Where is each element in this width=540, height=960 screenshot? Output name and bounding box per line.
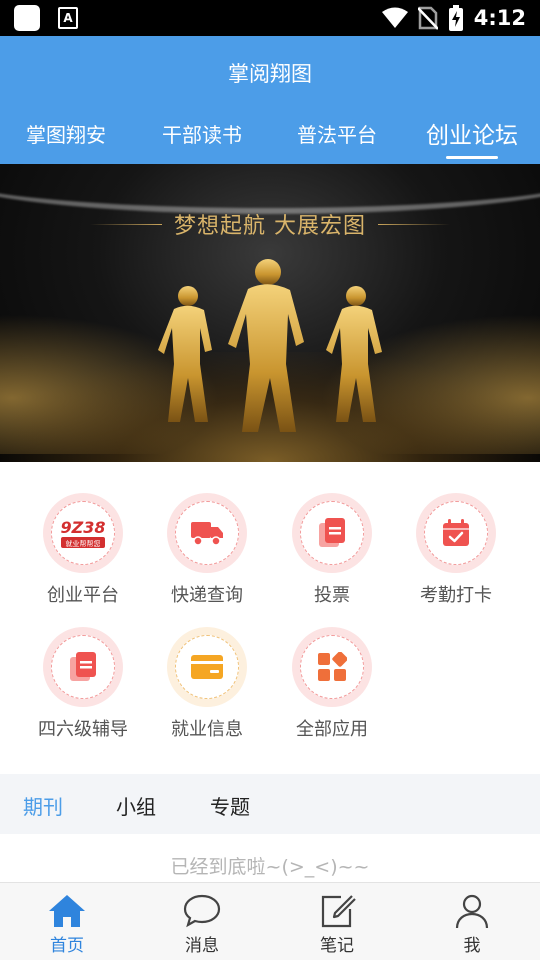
user-icon	[455, 894, 489, 929]
nav-label: 笔记	[320, 936, 354, 956]
nav-home[interactable]: 首页	[22, 893, 112, 956]
tab-qikan[interactable]: 期刊	[23, 791, 63, 820]
category-tabs: 掌图翔安 干部读书 普法平台 创业论坛	[0, 116, 540, 164]
truck-icon	[191, 522, 223, 546]
app-siliuji-fudao[interactable]: 四六级辅导	[21, 627, 145, 747]
app-label: 就业信息	[171, 719, 243, 740]
bottom-navigation: 首页 消息 笔记 我	[0, 882, 540, 960]
wifi-icon	[381, 7, 408, 28]
tab-pufa-pingtai[interactable]: 普法平台	[297, 119, 377, 148]
tab-zhuanti[interactable]: 专题	[210, 791, 250, 820]
nav-label: 消息	[185, 936, 219, 956]
app-kaoqin-daka[interactable]: 考勤打卡	[394, 493, 518, 613]
nav-notes[interactable]: 笔记	[292, 893, 382, 956]
calendar-check-icon	[443, 519, 469, 546]
app-header: 掌阅翔图 掌图翔安 干部读书 普法平台 创业论坛	[0, 36, 540, 164]
home-icon	[49, 895, 85, 927]
end-of-list-text: 已经到底啦~(>_<)~~	[170, 856, 370, 878]
app-quanbu-yingyong[interactable]: 全部应用	[270, 627, 394, 747]
nav-messages[interactable]: 消息	[157, 893, 247, 956]
app-kuaidi-chaxun[interactable]: 快递查询	[145, 493, 269, 613]
nav-me[interactable]: 我	[427, 893, 517, 956]
jobs-logo-icon: 9Z38 就业帮帮您	[61, 518, 106, 548]
apps-grid-icon	[318, 652, 347, 681]
battery-charging-icon	[448, 5, 463, 31]
active-tab-indicator	[446, 156, 498, 159]
page-title: 掌阅翔图	[228, 62, 312, 86]
no-sim-icon	[417, 6, 438, 30]
document-copy-icon	[70, 652, 96, 681]
app-label: 全部应用	[296, 719, 368, 740]
tab-zhangtu-xiangan[interactable]: 掌图翔安	[26, 119, 106, 148]
app-label: 创业平台	[47, 585, 119, 606]
nav-label: 我	[463, 936, 481, 956]
tab-chuangye-luntan[interactable]: 创业论坛	[426, 116, 518, 150]
app-chuangye-pingtai[interactable]: 9Z38 就业帮帮您 创业平台	[21, 493, 145, 613]
nav-label: 首页	[50, 936, 84, 956]
wallet-card-icon	[191, 655, 223, 679]
apps-grid: 9Z38 就业帮帮您 创业平台 快递查询 投票 考勤打卡 四六级辅导 就业信息 …	[0, 462, 540, 774]
app-label: 四六级辅导	[38, 719, 128, 740]
edit-note-icon	[321, 895, 356, 928]
svg-text:就业帮帮您: 就业帮帮您	[66, 539, 101, 548]
app-label: 投票	[314, 585, 350, 606]
banner-image[interactable]: 梦想起航 大展宏图	[0, 164, 540, 462]
status-time: 4:12	[473, 6, 526, 30]
runners-silhouette-image	[158, 259, 382, 432]
app-square-icon	[14, 5, 40, 31]
chat-bubble-icon	[183, 894, 221, 928]
status-bar: A 4:12	[0, 0, 540, 36]
app-label: 考勤打卡	[420, 585, 492, 606]
svg-text:9Z38: 9Z38	[61, 518, 106, 537]
text-a-icon: A	[58, 7, 78, 29]
document-copy-icon	[319, 518, 345, 547]
content-section-tabs: 期刊 小组 专题	[0, 774, 540, 834]
tab-xiaozu[interactable]: 小组	[116, 791, 156, 820]
app-label: 快递查询	[171, 585, 243, 606]
app-toupiao[interactable]: 投票	[270, 493, 394, 613]
app-jiuye-xinxi[interactable]: 就业信息	[145, 627, 269, 747]
tab-ganbu-dushu[interactable]: 干部读书	[162, 119, 242, 148]
